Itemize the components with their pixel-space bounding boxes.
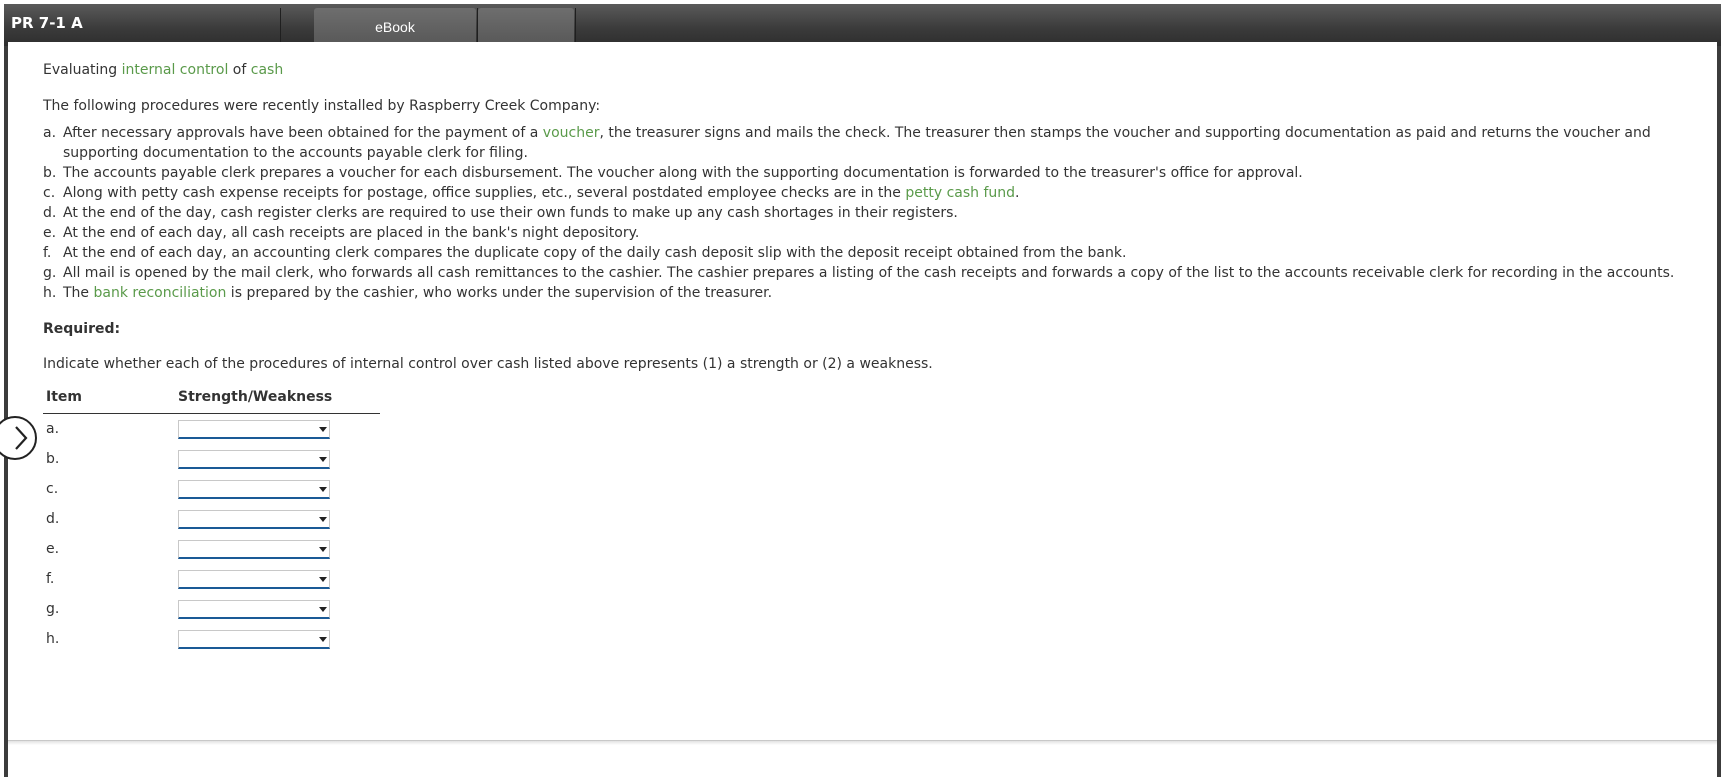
instruction-text: Indicate whether each of the procedures … [43,356,933,372]
dropdown-caret-icon [319,546,327,552]
strength-weakness-dropdown[interactable] [178,629,330,649]
table-row: a. [43,414,380,445]
strength-weakness-dropdown[interactable] [178,569,330,589]
item-column-header: Item [43,387,175,414]
item-label: f. [46,571,55,587]
top-bar: PR 7-1 A eBook [4,4,1721,46]
procedure-text: At the end of each day, all cash receipt… [63,225,640,241]
item-label: e. [46,541,60,557]
item-label: d. [46,511,60,527]
procedure-text-after: . [1015,185,1020,201]
strength-weakness-column-header: Strength/Weakness [175,387,380,414]
dropdown-caret-icon [319,516,327,522]
problem-title: PR 7-1 A [11,14,83,32]
strength-weakness-dropdown[interactable] [178,419,330,439]
tab-ebook[interactable]: eBook [314,8,476,46]
dropdown-caret-icon [319,606,327,612]
table-row: c. [43,474,380,504]
dropdown-caret-icon [319,576,327,582]
bottom-strip [8,740,1717,778]
table-row: d. [43,504,380,534]
dropdown-caret-icon [319,486,327,492]
heading-prefix: Evaluating [43,62,122,78]
procedure-text: Along with petty cash expense receipts f… [63,185,906,201]
procedure-letter: c. [43,185,56,201]
procedure-text: After necessary approvals have been obta… [63,125,543,141]
chevron-right-icon [15,426,28,450]
table-row: h. [43,624,380,654]
select-cell [175,534,380,564]
bank-reconciliation-link[interactable]: bank reconciliation [94,285,227,301]
problem-content: Evaluating internal control of cash The … [0,42,1717,740]
heading-middle: of [228,62,251,78]
select-cell [175,564,380,594]
procedure-item: b. The accounts payable clerk prepares a … [43,163,1703,183]
tab-divider [575,8,576,46]
procedure-text: At the end of each day, an accounting cl… [63,245,1127,261]
procedure-text: The [63,285,94,301]
item-label: a. [46,421,60,437]
procedure-item: h. The bank reconciliation is prepared by… [43,283,1703,303]
select-cell [175,624,380,654]
petty-cash-fund-link[interactable]: petty cash fund [905,185,1015,201]
item-label: h. [46,631,60,647]
problem-heading: Evaluating internal control of cash [43,62,283,78]
procedure-text: All mail is opened by the mail clerk, wh… [63,265,1675,281]
tab-blank[interactable] [478,8,574,46]
procedure-item: a. After necessary approvals have been ob… [43,123,1703,163]
item-label: c. [46,481,59,497]
side-nav-toggle[interactable] [0,416,37,460]
table-row: g. [43,594,380,624]
procedure-text: The accounts payable clerk prepares a vo… [63,165,1303,181]
select-cell [175,504,380,534]
procedure-item: g. All mail is opened by the mail clerk, … [43,263,1703,283]
strength-weakness-dropdown[interactable] [178,479,330,499]
procedure-letter: f. [43,245,52,261]
required-label: Required: [43,321,121,337]
procedure-list: a. After necessary approvals have been ob… [43,123,1703,303]
procedure-item: f. At the end of each day, an accounting … [43,243,1703,263]
dropdown-caret-icon [319,456,327,462]
cash-link[interactable]: cash [251,62,283,78]
internal-control-link[interactable]: internal control [122,62,229,78]
voucher-link[interactable]: voucher [543,125,600,141]
dropdown-caret-icon [319,636,327,642]
procedure-item: e. At the end of each day, all cash recei… [43,223,1703,243]
procedure-text: At the end of the day, cash register cle… [63,205,958,221]
table-row: e. [43,534,380,564]
procedure-item: d. At the end of the day, cash register c… [43,203,1703,223]
strength-weakness-dropdown[interactable] [178,539,330,559]
tab-ebook-label: eBook [375,19,415,35]
procedure-text-after: is prepared by the cashier, who works un… [226,285,773,301]
select-cell [175,594,380,624]
table-row: f. [43,564,380,594]
answer-table-header: Item Strength/Weakness [43,387,380,414]
select-cell [175,444,380,474]
strength-weakness-dropdown[interactable] [178,599,330,619]
select-cell [175,474,380,504]
intro-text: The following procedures were recently i… [43,98,601,114]
strength-weakness-dropdown[interactable] [178,509,330,529]
procedure-letter: e. [43,225,57,241]
select-cell [175,414,380,445]
item-label: g. [46,601,60,617]
table-row: b. [43,444,380,474]
procedure-letter: g. [43,265,57,281]
tab-divider [280,8,281,46]
answer-table: Item Strength/Weakness a. b. c. d. e. f.… [43,387,380,654]
procedure-item: c. Along with petty cash expense receipts… [43,183,1703,203]
procedure-letter: h. [43,285,57,301]
dropdown-caret-icon [319,426,327,432]
item-label: b. [46,451,60,467]
strength-weakness-dropdown[interactable] [178,449,330,469]
procedure-letter: d. [43,205,57,221]
procedure-letter: b. [43,165,57,181]
procedure-letter: a. [43,125,57,141]
